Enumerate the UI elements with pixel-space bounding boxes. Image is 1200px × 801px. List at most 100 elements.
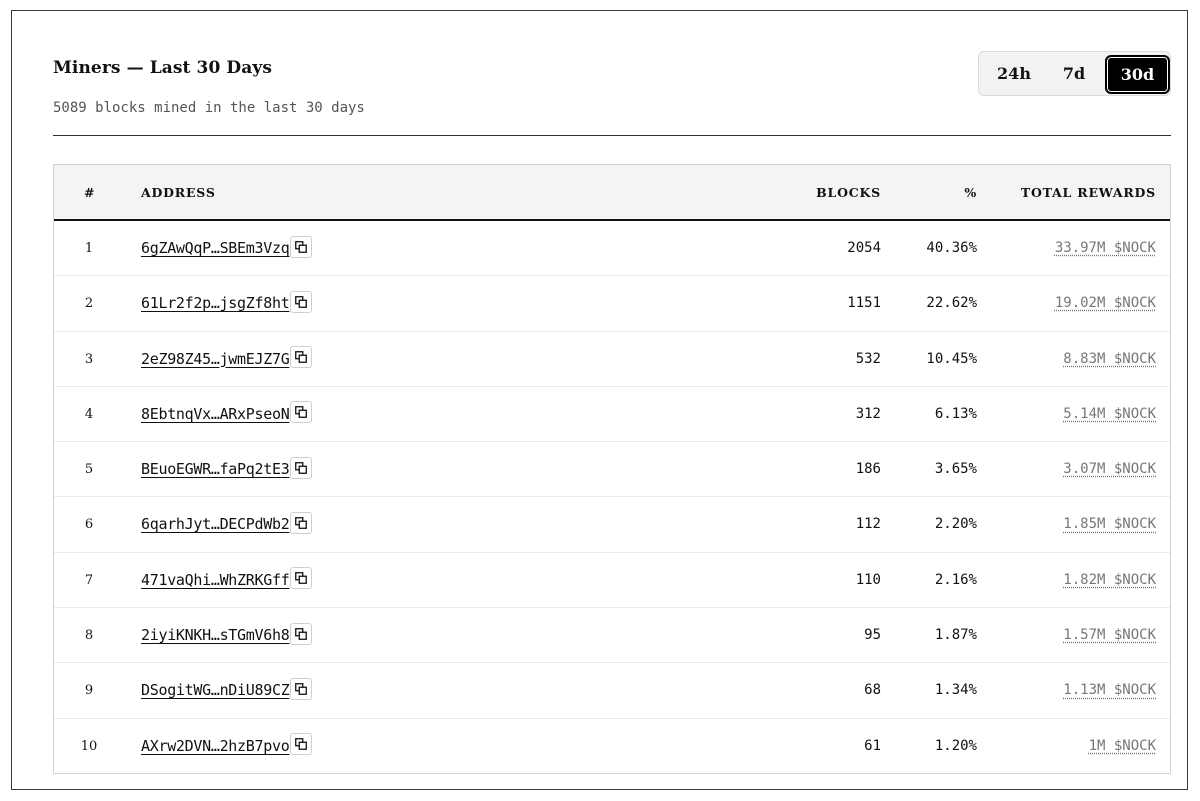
rewards-cell: 1.13M $NOCK bbox=[1063, 663, 1156, 718]
copy-address-button[interactable] bbox=[290, 235, 313, 258]
copy-address-button[interactable] bbox=[290, 622, 313, 645]
miners-panel: Miners — Last 30 Days 5089 blocks mined … bbox=[11, 10, 1188, 790]
address-link[interactable]: BEuoEGWR…faPq2tE3 bbox=[141, 460, 290, 478]
percent-cell: 3.65% bbox=[934, 461, 977, 478]
rank-cell: 4 bbox=[84, 406, 94, 422]
copy-address-button[interactable] bbox=[290, 456, 313, 479]
rank-cell: 5 bbox=[84, 462, 94, 478]
table-row: 2 61Lr2f2p…jsgZf8ht 1151 22.62% 19.02M $NOCK bbox=[54, 276, 1170, 332]
rewards-value[interactable]: 3.07M $NOCK bbox=[1063, 461, 1156, 477]
rewards-cell: 1.57M $NOCK bbox=[1063, 608, 1156, 663]
address-link[interactable]: DSogitWG…nDiU89CZ bbox=[141, 681, 290, 699]
copy-address-button[interactable] bbox=[290, 733, 313, 756]
address-cell: 8EbtnqVx…ARxPseoN bbox=[141, 387, 313, 442]
column-header-address: ADDRESS bbox=[141, 185, 216, 200]
blocks-cell: 532 bbox=[855, 350, 881, 367]
rewards-value[interactable]: 1.85M $NOCK bbox=[1063, 516, 1156, 532]
address-link[interactable]: 6gZAwQqP…SBEm3Vzq bbox=[141, 239, 290, 257]
address-link[interactable]: 6qarhJyt…DECPdWb2 bbox=[141, 515, 290, 533]
rank-cell: 7 bbox=[84, 572, 94, 588]
rank-cell: 8 bbox=[84, 628, 94, 644]
blocks-cell: 1151 bbox=[847, 295, 881, 312]
table-header: # ADDRESS BLOCKS % TOTAL REWARDS bbox=[54, 165, 1170, 221]
table-body: 1 6gZAwQqP…SBEm3Vzq 2054 40.36% 33.97M $NOCK… bbox=[54, 221, 1170, 774]
percent-cell: 1.87% bbox=[934, 627, 977, 644]
rewards-value[interactable]: 19.02M $NOCK bbox=[1055, 295, 1156, 311]
address-link[interactable]: 2iyiKNKH…sTGmV6h8 bbox=[141, 626, 290, 644]
rewards-value[interactable]: 1M $NOCK bbox=[1089, 738, 1156, 754]
percent-cell: 2.16% bbox=[934, 571, 977, 588]
rewards-value[interactable]: 1.13M $NOCK bbox=[1063, 682, 1156, 698]
percent-cell: 40.36% bbox=[926, 240, 977, 256]
address-link[interactable]: 8EbtnqVx…ARxPseoN bbox=[141, 405, 290, 423]
address-cell: 6qarhJyt…DECPdWb2 bbox=[141, 497, 313, 552]
blocks-summary: 5089 blocks mined in the last 30 days bbox=[53, 100, 365, 116]
copy-address-button[interactable] bbox=[290, 290, 313, 313]
address-cell: BEuoEGWR…faPq2tE3 bbox=[141, 442, 313, 497]
table-row: 7 471vaQhi…WhZRKGff 110 2.16% 1.82M $NOCK bbox=[54, 553, 1170, 609]
blocks-cell: 312 bbox=[855, 405, 881, 422]
blocks-cell: 61 bbox=[864, 737, 881, 754]
rank-cell: 3 bbox=[84, 351, 94, 367]
rank-cell: 1 bbox=[84, 241, 94, 256]
column-header-rank: # bbox=[84, 185, 96, 200]
address-cell: 6gZAwQqP…SBEm3Vzq bbox=[141, 221, 313, 276]
rank-cell: 2 bbox=[84, 296, 94, 312]
percent-cell: 6.13% bbox=[934, 405, 977, 422]
rewards-value[interactable]: 8.83M $NOCK bbox=[1063, 351, 1156, 367]
rewards-value[interactable]: 5.14M $NOCK bbox=[1063, 406, 1156, 422]
rewards-value[interactable]: 1.57M $NOCK bbox=[1063, 627, 1156, 643]
rewards-cell: 1M $NOCK bbox=[1089, 719, 1156, 774]
blocks-cell: 112 bbox=[855, 516, 881, 533]
copy-address-button[interactable] bbox=[290, 346, 313, 369]
percent-cell: 22.62% bbox=[926, 295, 977, 312]
table-row: 4 8EbtnqVx…ARxPseoN 312 6.13% 5.14M $NOCK bbox=[54, 387, 1170, 443]
address-cell: 61Lr2f2p…jsgZf8ht bbox=[141, 276, 313, 331]
address-link[interactable]: AXrw2DVN…2hzB7pvo bbox=[141, 737, 290, 755]
table-row: 6 6qarhJyt…DECPdWb2 112 2.20% 1.85M $NOCK bbox=[54, 497, 1170, 553]
rank-cell: 10 bbox=[80, 738, 98, 754]
blocks-cell: 68 bbox=[864, 682, 881, 699]
copy-address-button[interactable] bbox=[290, 567, 313, 590]
address-cell: 2iyiKNKH…sTGmV6h8 bbox=[141, 608, 313, 663]
range-7d-button[interactable]: 7d bbox=[1049, 55, 1099, 92]
table-row: 3 2eZ98Z45…jwmEJZ7G 532 10.45% 8.83M $NOCK bbox=[54, 332, 1170, 387]
rewards-cell: 8.83M $NOCK bbox=[1063, 332, 1156, 387]
percent-cell: 1.20% bbox=[934, 737, 977, 754]
address-link[interactable]: 61Lr2f2p…jsgZf8ht bbox=[141, 294, 290, 312]
rewards-cell: 33.97M $NOCK bbox=[1055, 221, 1156, 276]
rewards-cell: 1.85M $NOCK bbox=[1063, 497, 1156, 552]
rewards-value[interactable]: 33.97M $NOCK bbox=[1055, 240, 1156, 256]
table-row: 8 2iyiKNKH…sTGmV6h8 95 1.87% 1.57M $NOCK bbox=[54, 608, 1170, 664]
page-title: Miners — Last 30 Days bbox=[53, 58, 273, 78]
percent-cell: 1.34% bbox=[934, 682, 977, 699]
column-header-blocks: BLOCKS bbox=[816, 185, 881, 200]
rewards-cell: 3.07M $NOCK bbox=[1063, 442, 1156, 497]
column-header-total-rewards: TOTAL REWARDS bbox=[1020, 185, 1156, 200]
blocks-cell: 2054 bbox=[847, 240, 881, 256]
percent-cell: 10.45% bbox=[926, 350, 977, 367]
blocks-cell: 95 bbox=[864, 627, 881, 644]
table-row: 1 6gZAwQqP…SBEm3Vzq 2054 40.36% 33.97M $NOCK bbox=[54, 221, 1170, 277]
rank-cell: 9 bbox=[84, 683, 94, 699]
range-24h-button[interactable]: 24h bbox=[989, 55, 1039, 92]
time-range-toggle: 24h 7d 30d bbox=[978, 51, 1171, 96]
address-cell: 471vaQhi…WhZRKGff bbox=[141, 553, 313, 608]
range-30d-button[interactable]: 30d bbox=[1105, 55, 1170, 94]
address-cell: 2eZ98Z45…jwmEJZ7G bbox=[141, 332, 313, 387]
rewards-cell: 19.02M $NOCK bbox=[1055, 276, 1156, 331]
table-row: 9 DSogitWG…nDiU89CZ 68 1.34% 1.13M $NOCK bbox=[54, 663, 1170, 719]
blocks-cell: 110 bbox=[855, 571, 881, 588]
table-row: 5 BEuoEGWR…faPq2tE3 186 3.65% 3.07M $NOCK bbox=[54, 442, 1170, 498]
blocks-cell: 186 bbox=[855, 461, 881, 478]
copy-address-button[interactable] bbox=[290, 511, 313, 534]
copy-address-button[interactable] bbox=[290, 677, 313, 700]
address-link[interactable]: 2eZ98Z45…jwmEJZ7G bbox=[141, 350, 290, 368]
address-link[interactable]: 471vaQhi…WhZRKGff bbox=[141, 571, 290, 589]
rank-cell: 6 bbox=[84, 517, 94, 533]
address-cell: AXrw2DVN…2hzB7pvo bbox=[141, 719, 313, 774]
rewards-value[interactable]: 1.82M $NOCK bbox=[1063, 572, 1156, 588]
copy-address-button[interactable] bbox=[290, 401, 313, 424]
column-header-percent: % bbox=[964, 185, 977, 200]
header-divider bbox=[53, 135, 1171, 136]
